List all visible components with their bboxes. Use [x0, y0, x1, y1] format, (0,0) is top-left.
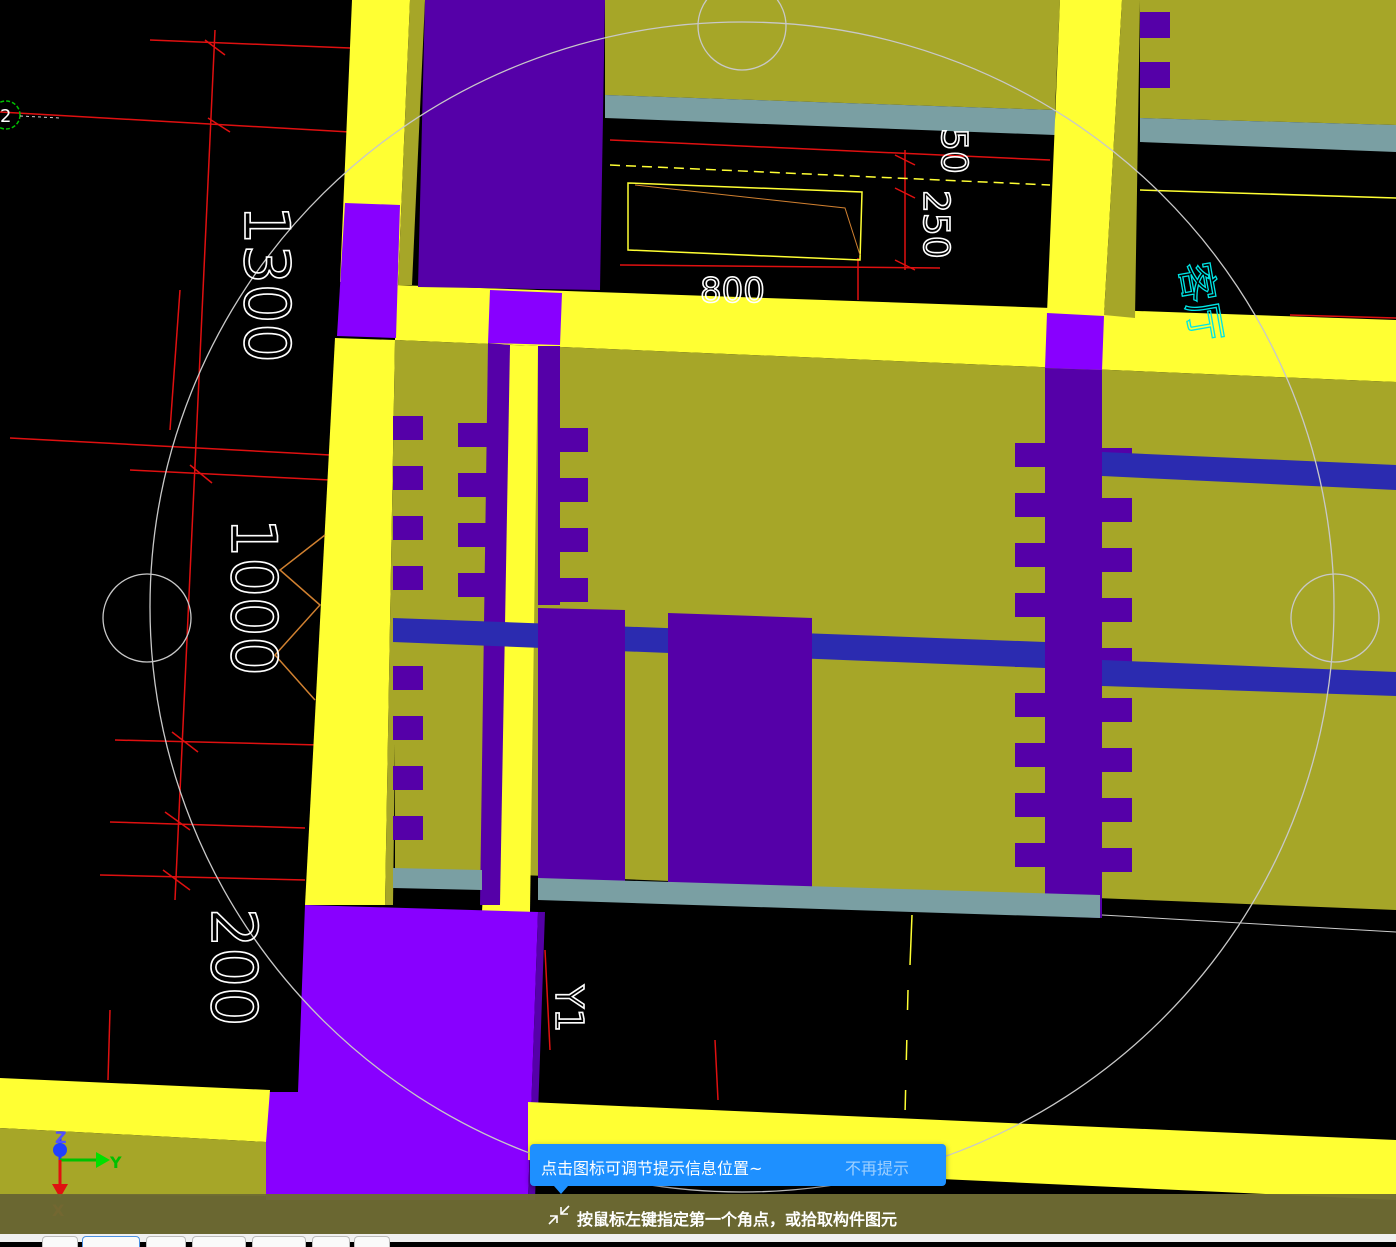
- hint-tooltip[interactable]: 点击图标可调节提示信息位置~ 不再提示: [530, 1144, 946, 1194]
- do-not-show-again-link[interactable]: 不再提示: [845, 1155, 909, 1179]
- dim-250: 250: [915, 190, 956, 259]
- dim-1000: 1000: [217, 518, 290, 676]
- model-canvas[interactable]: 2 1300 1000 200 50 250 800 Y1 客厅 Z Y: [0, 0, 1396, 1242]
- axis-z-label: Z: [55, 1128, 67, 1147]
- dim-1300: 1300: [230, 205, 303, 363]
- dim-50: 50: [933, 128, 974, 174]
- hint-tooltip-arrow: [554, 1186, 568, 1194]
- hint-tooltip-text: 点击图标可调节提示信息位置~: [541, 1159, 763, 1178]
- column-label-y1: Y1: [547, 984, 591, 1032]
- command-prompt-text: 按鼠标左键指定第一个角点，或拾取构件图元: [577, 1210, 898, 1229]
- cad-3d-viewport[interactable]: 2 1300 1000 200 50 250 800 Y1 客厅 Z Y: [0, 0, 1396, 1242]
- dim-800: 800: [700, 271, 765, 311]
- dim-200: 200: [197, 908, 270, 1026]
- axis-bubble-label: 2: [0, 106, 11, 127]
- axis-y-label: Y: [109, 1153, 122, 1172]
- tip-position-icon[interactable]: [547, 1204, 571, 1226]
